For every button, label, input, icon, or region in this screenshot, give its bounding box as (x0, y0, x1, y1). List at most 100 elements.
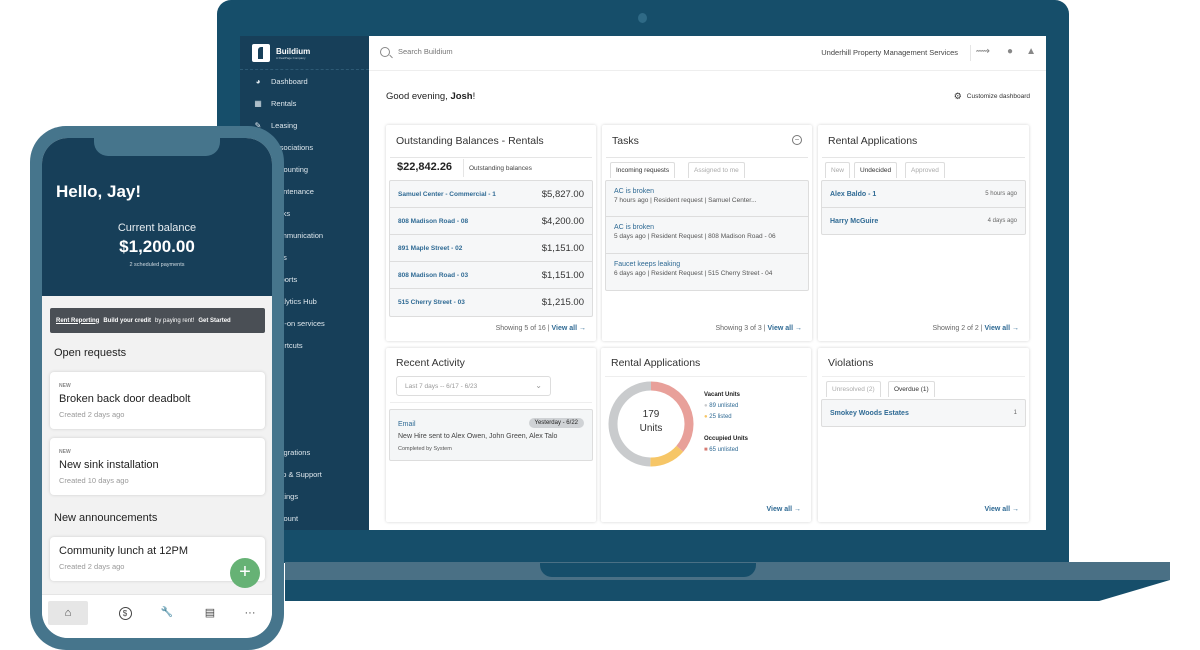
property-link[interactable]: 891 Maple Street - 02 (398, 245, 462, 252)
task-row[interactable]: AC is broken 5 days ago | Resident Reques… (606, 217, 808, 254)
tab-overdue[interactable]: Overdue (1) (888, 381, 935, 397)
greeting-prefix: Good evening, (386, 91, 451, 102)
activity-icon[interactable]: ⟿ (976, 47, 990, 57)
dollar-icon: $ (118, 607, 132, 620)
table-row[interactable]: Samuel Center - Commercial - 1 $5,827.00 (390, 181, 592, 208)
tab-undecided[interactable]: Undecided (854, 162, 898, 178)
task-title[interactable]: Faucet keeps leaking (614, 261, 800, 268)
chat-icon[interactable]: ● (1007, 47, 1013, 57)
task-meta: 5 days ago | Resident Request | 808 Madi… (614, 233, 776, 240)
get-started-link[interactable]: Get Started (198, 318, 230, 324)
card-divider (390, 157, 592, 158)
outstanding-total: $22,842.26 (397, 161, 453, 173)
donut-segment-vacant-1[interactable] (650, 445, 684, 467)
card-divider (390, 402, 592, 403)
laptop-notch (540, 563, 756, 577)
card-divider (822, 157, 1025, 158)
view-all-link[interactable]: View all → (767, 506, 802, 513)
activity-type[interactable]: Email (398, 421, 416, 428)
more-icon[interactable]: ··· (230, 601, 270, 625)
company-name[interactable]: Underhill Property Management Services (821, 48, 958, 57)
search-input[interactable] (398, 47, 598, 56)
tasks-card: Tasks − Incoming requests Assigned to me… (602, 125, 812, 341)
legend-dot-icon: ● (704, 414, 708, 420)
property-link[interactable]: Samuel Center - Commercial - 1 (398, 191, 496, 198)
banner-tag: Rent Reporting (56, 317, 100, 324)
applicant-row[interactable]: Alex Baldo - 1 5 hours ago (822, 181, 1025, 208)
units-total: 179 (642, 409, 660, 420)
activity-item[interactable]: Email Yesterday - 6/22 New Hire sent to … (389, 409, 593, 461)
table-row[interactable]: 808 Madison Road - 08 $4,200.00 (390, 208, 592, 235)
wrench-icon[interactable]: 🔧 (147, 601, 187, 625)
balance-amount: $4,200.00 (541, 215, 584, 227)
greeting-suffix: ! (472, 91, 476, 102)
balance-amount: $1,215.00 (541, 297, 584, 308)
legend-label: 65 unlisted (709, 447, 739, 453)
property-link[interactable]: 808 Madison Road - 08 (398, 218, 468, 225)
applicant-link[interactable]: Alex Baldo - 1 (830, 191, 876, 198)
legend-vacant-listed[interactable]: ● 25 listed (704, 414, 732, 420)
open-requests-heading: Open requests (54, 347, 127, 359)
date-range-select[interactable]: Last 7 days -- 6/17 - 6/23 ⌄ (396, 376, 551, 396)
rent-reporting-banner[interactable]: Rent Reporting Build your credit by payi… (50, 308, 265, 333)
sidebar-item-rentals[interactable]: ▦ Rentals (254, 99, 296, 108)
balance-amount: $1,151.00 (541, 242, 584, 254)
task-title[interactable]: AC is broken (614, 224, 800, 231)
request-title: New sink installation (59, 459, 159, 471)
violation-count: 1 (1013, 410, 1017, 416)
customize-dashboard-button[interactable]: ⚙ Customize dashboard (954, 91, 1030, 102)
top-bar: Underhill Property Management Services ⟿… (369, 36, 1046, 71)
tab-incoming-requests[interactable]: Incoming requests (610, 162, 676, 178)
payments-icon[interactable]: $ (105, 601, 145, 625)
chevron-down-icon: ⌄ (535, 381, 542, 390)
greeting-name: Josh (450, 91, 473, 102)
table-row[interactable]: 891 Maple Street - 02 $1,151.00 (390, 235, 592, 262)
tab-new[interactable]: New (825, 162, 851, 178)
sidebar-item-dashboard[interactable]: ◕ Dashboard (254, 77, 308, 86)
applicant-link[interactable]: Harry McGuire (830, 218, 878, 225)
view-all-link[interactable]: View all → (985, 506, 1020, 513)
activity-by: Completed by System (398, 446, 452, 452)
applicant-row[interactable]: Harry McGuire 4 days ago (822, 208, 1025, 234)
table-row[interactable]: 808 Madison Road - 03 $1,151.00 (390, 262, 592, 289)
legend-occupied-unlisted[interactable]: ■ 65 unlisted (704, 447, 738, 453)
home-icon[interactable]: ⌂ (48, 601, 88, 625)
balance-label: Current balance (117, 222, 197, 234)
rental-applications-card: Rental Applications New Undecided Approv… (818, 125, 1029, 341)
legend-label: 25 listed (709, 414, 732, 420)
legend-vacant-unlisted[interactable]: ● 89 unlisted (704, 403, 738, 409)
applications-list: Alex Baldo - 1 5 hours ago Harry McGuire 4… (821, 180, 1026, 235)
violation-row[interactable]: Smokey Woods Estates 1 (822, 400, 1025, 426)
card-divider (822, 376, 1025, 377)
task-row[interactable]: Faucet keeps leaking 6 days ago | Residen… (606, 254, 808, 290)
tab-assigned-to-me[interactable]: Assigned to me (688, 162, 745, 178)
task-row[interactable]: AC is broken 7 hours ago | Resident reque… (606, 181, 808, 217)
scheduled-payments: 2 scheduled payments (129, 262, 185, 268)
task-meta: 6 days ago | Resident Request | 515 Cher… (614, 270, 773, 277)
violation-link[interactable]: Smokey Woods Estates (830, 410, 909, 417)
add-fab-button[interactable]: + (230, 558, 260, 588)
task-title[interactable]: AC is broken (614, 188, 800, 195)
request-card[interactable]: NEW Broken back door deadbolt Created 2 … (50, 372, 265, 429)
collapse-icon[interactable]: − (792, 135, 802, 145)
view-all-link[interactable]: View all → (552, 325, 587, 332)
violations-card: Violations Unresolved (2) Overdue (1) Sm… (818, 348, 1029, 522)
card-title: Outstanding Balances - Rentals (396, 135, 544, 147)
store-icon[interactable]: ▤ (190, 601, 230, 625)
brand-logo[interactable]: Buildium A RealPage Company (252, 44, 310, 62)
bell-icon[interactable]: ▲ (1026, 47, 1036, 57)
property-link[interactable]: 808 Madison Road - 03 (398, 272, 468, 279)
legend-dot-icon: ● (704, 403, 708, 409)
tab-approved[interactable]: Approved (905, 162, 945, 178)
view-all-link[interactable]: View all → (985, 325, 1020, 332)
view-all-link[interactable]: View all → (768, 325, 803, 332)
card-footer: Showing 5 of 16 | View all → (496, 325, 586, 332)
tab-unresolved[interactable]: Unresolved (2) (826, 381, 881, 397)
request-card[interactable]: NEW New sink installation Created 10 day… (50, 438, 265, 495)
card-title: Rental Applications (611, 357, 701, 369)
property-link[interactable]: 515 Cherry Street - 03 (398, 299, 465, 306)
announcement-created: Created 2 days ago (59, 562, 125, 571)
search-icon[interactable] (380, 47, 390, 57)
table-row[interactable]: 515 Cherry Street - 03 $1,215.00 (390, 289, 592, 316)
request-created: Created 10 days ago (59, 476, 129, 485)
